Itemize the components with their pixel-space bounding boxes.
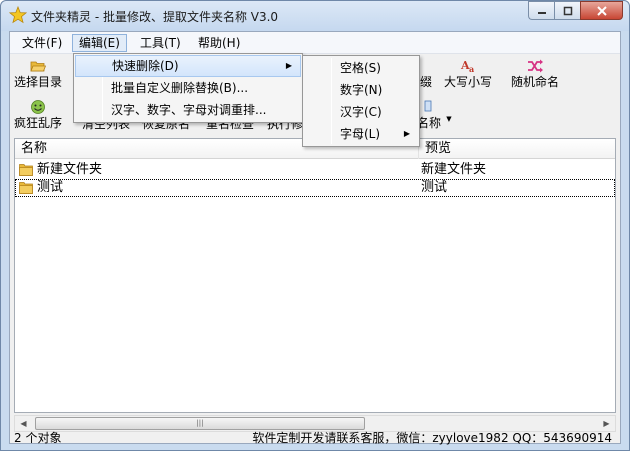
app-window: 文件夹精灵 - 批量修改、提取文件夹名称 V3.0 文件(F) 编辑(E) 工具… — [0, 0, 630, 451]
scrollbar-thumb[interactable]: ||| — [35, 417, 365, 430]
folder-list[interactable]: 名称 预览 新建文件夹 新建文件夹 测试 测试 — [14, 138, 616, 413]
space-label: 空格(S) — [340, 61, 381, 75]
menu-file[interactable]: 文件(F) — [16, 34, 68, 52]
select-directory-button[interactable]: 选择目录 — [12, 58, 64, 89]
scroll-left-arrow-icon[interactable]: ◀ — [15, 416, 32, 431]
name-dropdown-button[interactable]: ▼ — [444, 115, 454, 123]
close-button[interactable] — [580, 1, 623, 20]
suffix-button[interactable]: 缀 — [418, 58, 434, 89]
menu-item-letters[interactable]: 字母(L) ▶ — [304, 123, 418, 145]
window-title: 文件夹精灵 - 批量修改、提取文件夹名称 V3.0 — [31, 10, 279, 24]
horizontal-scrollbar[interactable]: ◀ ||| ▶ — [14, 415, 616, 432]
submenu-arrow-icon: ▶ — [285, 61, 292, 70]
submenu-arrow-icon: ▶ — [403, 129, 410, 138]
random-name-button[interactable]: 随机命名 — [508, 58, 562, 89]
close-icon — [596, 5, 607, 16]
menu-item-space[interactable]: 空格(S) — [304, 57, 418, 79]
menu-edit[interactable]: 编辑(E) — [72, 34, 127, 52]
table-row[interactable]: 测试 测试 — [15, 179, 615, 197]
folder-icon — [19, 182, 33, 194]
table-row[interactable]: 新建文件夹 新建文件夹 — [15, 161, 615, 179]
dropdown-arrow-icon: ▼ — [446, 115, 452, 123]
suffix-icon — [418, 58, 434, 74]
folder-icon — [19, 164, 33, 176]
status-bar: 2 个对象 软件定制开发请联系客服，微信：zyylove1982 QQ：5436… — [10, 431, 620, 445]
chinese-label: 汉字(C) — [340, 105, 382, 119]
open-folder-icon — [30, 61, 46, 72]
object-count: 2 个对象 — [14, 431, 62, 445]
menu-item-digits[interactable]: 数字(N) — [304, 79, 418, 101]
window-controls — [528, 1, 623, 21]
svg-text:a: a — [469, 64, 474, 74]
cell-folder-name: 新建文件夹 — [37, 162, 103, 177]
menu-tools[interactable]: 工具(T) — [134, 34, 187, 52]
suffix-label: 缀 — [419, 75, 432, 89]
minimize-button[interactable] — [528, 1, 554, 20]
digits-label: 数字(N) — [340, 83, 383, 97]
maximize-button[interactable] — [554, 1, 580, 20]
menu-item-chinese[interactable]: 汉字(C) — [304, 101, 418, 123]
name-document-icon — [424, 100, 432, 112]
maximize-icon — [563, 6, 572, 15]
crazy-shuffle-button[interactable]: 疯狂乱序 — [12, 99, 64, 130]
crazy-shuffle-label: 疯狂乱序 — [13, 116, 62, 130]
quick-delete-submenu: 空格(S) 数字(N) 汉字(C) 字母(L) ▶ — [302, 55, 420, 147]
select-directory-label: 选择目录 — [13, 75, 62, 89]
random-name-label: 随机命名 — [510, 75, 559, 89]
quick-delete-label: 快速删除(D) — [112, 59, 179, 73]
custom-replace-label: 批量自定义删除替换(B)... — [111, 81, 249, 95]
star-app-icon — [9, 6, 27, 24]
reorder-label: 汉字、数字、字母对调重排... — [111, 103, 267, 117]
case-icon: A a — [460, 59, 474, 74]
case-label: 大写小写 — [443, 75, 492, 89]
menu-item-reorder[interactable]: 汉字、数字、字母对调重排... — [75, 99, 301, 121]
letters-label: 字母(L) — [340, 127, 381, 141]
title-bar[interactable]: 文件夹精灵 - 批量修改、提取文件夹名称 V3.0 — [1, 1, 629, 31]
case-button[interactable]: A a 大写小写 — [442, 58, 494, 89]
smiley-icon — [31, 100, 45, 114]
shuffle-icon — [528, 59, 543, 73]
menu-item-quick-delete[interactable]: 快速删除(D) ▶ — [75, 55, 301, 77]
edit-menu: 快速删除(D) ▶ 批量自定义删除替换(B)... 汉字、数字、字母对调重排..… — [73, 53, 303, 123]
menu-item-custom-replace[interactable]: 批量自定义删除替换(B)... — [75, 77, 301, 99]
minimize-icon — [537, 11, 546, 14]
cell-folder-name: 测试 — [37, 180, 64, 195]
column-header-preview[interactable]: 预览 — [419, 139, 615, 159]
menu-bar: 文件(F) 编辑(E) 工具(T) 帮助(H) — [10, 32, 620, 54]
cell-preview: 新建文件夹 — [421, 162, 487, 177]
contact-info: 软件定制开发请联系客服，微信：zyylove1982 QQ：543690914 — [252, 431, 612, 445]
scroll-right-arrow-icon[interactable]: ▶ — [598, 416, 615, 431]
menu-help[interactable]: 帮助(H) — [192, 34, 246, 52]
cell-preview: 测试 — [421, 180, 448, 195]
